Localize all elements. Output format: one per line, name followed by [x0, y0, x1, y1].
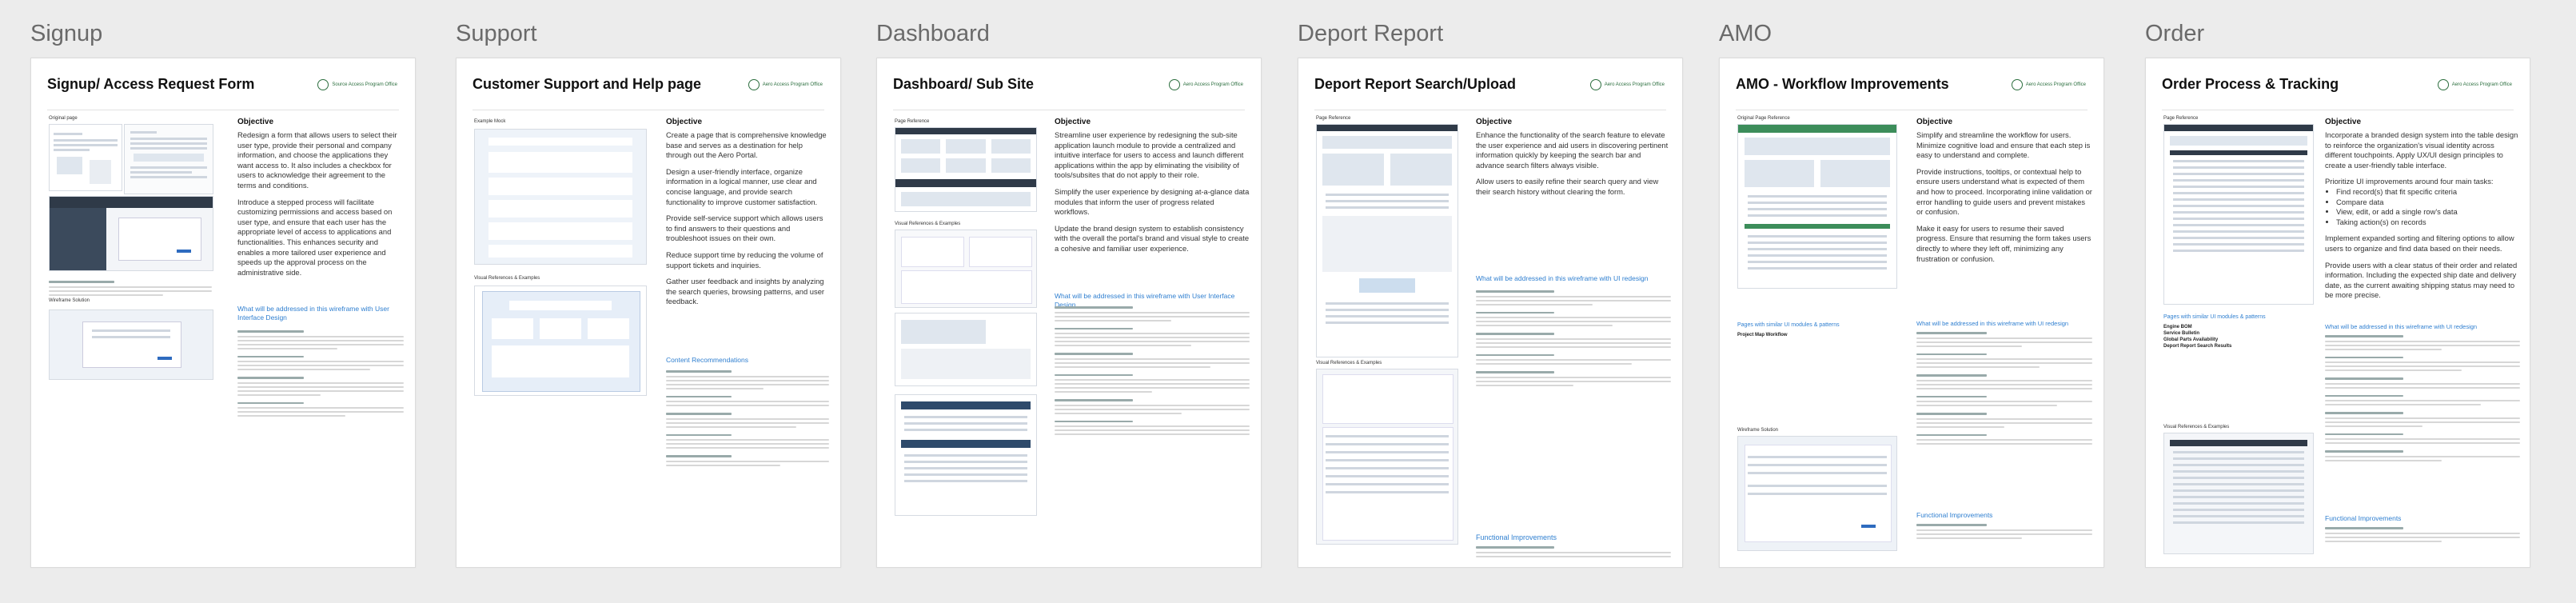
similar-page-item: Engine BOM — [2163, 325, 2192, 329]
brand-logo: Source Access Program Office — [317, 79, 397, 90]
frame-label: AMO — [1719, 21, 1772, 46]
search-page-screenshot — [1316, 124, 1458, 357]
page-title: Signup/ Access Request Form — [47, 76, 255, 92]
addressed-heading: Content Recommendations — [666, 356, 749, 364]
frame-signup: Signup Signup/ Access Request Form Sourc… — [30, 0, 417, 603]
reference-label-2: Visual References & Examples — [2163, 425, 2230, 429]
form-thumbnail — [124, 124, 213, 194]
seal-icon — [1589, 79, 1601, 90]
objective-text: Incorporate a branded design system into… — [2325, 130, 2520, 307]
help-page-mock — [474, 129, 647, 265]
addressed-heading: What will be addressed in this wireframe… — [1476, 274, 1649, 282]
page-title: Deport Report Search/Upload — [1314, 76, 1517, 92]
frame-order: Order Order Process & Tracking Aero Acce… — [2145, 0, 2532, 603]
objective-heading: Objective — [1476, 118, 1513, 126]
visual-reference-screenshot — [2163, 433, 2314, 554]
document-sheet: Deport Report Search/Upload Aero Access … — [1298, 58, 1683, 568]
wireframe-screenshot — [1737, 436, 1897, 551]
seal-icon — [1168, 79, 1180, 90]
order-table-screenshot — [2163, 124, 2314, 305]
reference-label-2: Wireframe Solution — [1737, 428, 1779, 433]
objective-text: Simplify and streamline the workflow for… — [1916, 130, 2092, 263]
frame-dashboard: Dashboard Dashboard/ Sub Site Aero Acces… — [876, 0, 1263, 603]
objective-text: Streamline user experience by redesignin… — [1055, 130, 1250, 253]
reference-label-2: Visual References & Examples — [474, 276, 540, 281]
brand-logo: Aero Access Program Office — [1589, 79, 1665, 90]
seal-icon — [2437, 79, 2449, 90]
frame-deport-report: Deport Report Deport Report Search/Uploa… — [1298, 0, 1685, 603]
reference-label: Original page — [49, 116, 78, 121]
objective-heading: Objective — [666, 118, 703, 126]
similar-page-item: Service Bulletin — [2163, 331, 2200, 336]
page-title: Order Process & Tracking — [2162, 76, 2339, 92]
objective-text: Create a page that is comprehensive know… — [666, 130, 827, 306]
seal-icon — [2011, 79, 2023, 90]
reference-label-2: Visual References & Examples — [895, 222, 961, 226]
reference-label-2: Wireframe Solution — [49, 298, 90, 303]
objective-heading: Objective — [1916, 118, 1953, 126]
reference-label: Page Reference — [895, 119, 930, 124]
frame-label: Signup — [30, 21, 103, 46]
frame-label: Dashboard — [876, 21, 990, 46]
objective-text: Redesign a form that allows users to sel… — [237, 130, 397, 277]
page-title: Customer Support and Help page — [473, 76, 702, 92]
reference-label: Page Reference — [1316, 116, 1351, 121]
brand-logo: Aero Access Program Office — [2011, 79, 2086, 90]
document-sheet: Dashboard/ Sub Site Aero Access Program … — [876, 58, 1262, 568]
seal-icon — [748, 79, 760, 90]
brand-logo: Aero Access Program Office — [2437, 79, 2512, 90]
document-sheet: Order Process & Tracking Aero Access Pro… — [2145, 58, 2530, 568]
document-sheet: Customer Support and Help page Aero Acce… — [456, 58, 841, 568]
document-sheet: Signup/ Access Request Form Source Acces… — [30, 58, 416, 568]
similar-pages-heading: Pages with similar UI modules & patterns — [2163, 314, 2266, 320]
brand-logo: Aero Access Program Office — [748, 79, 823, 90]
frame-label: Deport Report — [1298, 21, 1444, 46]
objective-text: Enhance the functionality of the search … — [1476, 130, 1669, 196]
seal-icon — [317, 79, 329, 90]
original-page-thumbnail — [49, 124, 122, 191]
visual-reference-screenshot — [474, 286, 647, 396]
frame-label: Order — [2145, 21, 2205, 46]
similar-page-item: Global Parts Availability — [2163, 337, 2219, 342]
addressed-heading: What will be addressed in this wireframe… — [1916, 320, 2069, 327]
reference-label-2: Visual References & Examples — [1316, 361, 1382, 365]
functional-improvements-heading: Functional Improvements — [1916, 511, 1993, 519]
brand-logo: Aero Access Program Office — [1168, 79, 1243, 90]
module-screenshot — [895, 313, 1037, 386]
objective-heading: Objective — [1055, 118, 1091, 126]
wireframe-screenshot — [49, 309, 213, 380]
original-page-screenshot — [1737, 124, 1897, 289]
similar-pages-heading: Pages with similar UI modules & patterns — [1737, 322, 1840, 328]
objective-heading: Objective — [2325, 118, 2362, 126]
frame-label: Support — [456, 21, 537, 46]
signup-screenshot — [49, 196, 213, 271]
page-title: Dashboard/ Sub Site — [893, 76, 1035, 92]
dashboard-screenshot — [895, 127, 1037, 212]
addressed-heading: What will be addressed in this wireframe… — [2325, 323, 2478, 330]
functional-improvements-heading: Functional Improvements — [1476, 533, 1557, 541]
reference-label: Original Page Reference — [1737, 116, 1790, 121]
similar-page-item: Project Map Workflow — [1737, 333, 1788, 337]
visual-reference-screenshot — [895, 230, 1037, 308]
table-screenshot — [895, 394, 1037, 516]
document-sheet: AMO - Workflow Improvements Aero Access … — [1719, 58, 2104, 568]
addressed-heading: What will be addressed in this wireframe… — [237, 305, 389, 321]
frame-amo: AMO AMO - Workflow Improvements Aero Acc… — [1719, 0, 2106, 603]
visual-reference-screenshot — [1316, 369, 1458, 545]
frame-support: Support Customer Support and Help page A… — [456, 0, 843, 603]
reference-label: Page Reference — [2163, 116, 2199, 121]
functional-improvements-heading: Functional Improvements — [2325, 514, 2402, 522]
objective-heading: Objective — [237, 118, 274, 126]
page-title: AMO - Workflow Improvements — [1736, 76, 1949, 92]
reference-label: Example Mock — [474, 119, 506, 124]
similar-page-item: Deport Report Search Results — [2163, 344, 2232, 349]
